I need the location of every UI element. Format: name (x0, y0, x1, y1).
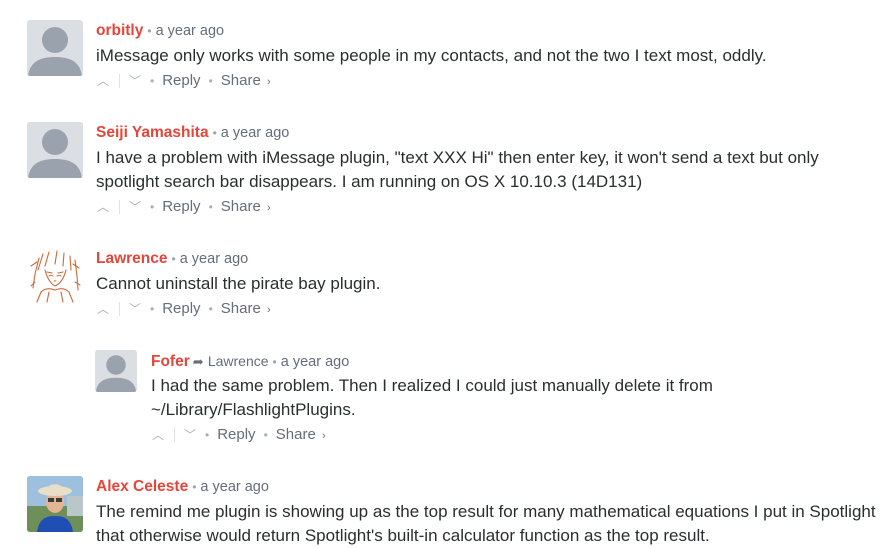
comment-header: Seiji Yamashita • a year ago (96, 122, 882, 144)
timestamp[interactable]: a year ago (281, 354, 350, 370)
share-label: Share (220, 198, 261, 215)
separator-dot: • (150, 200, 155, 214)
comment-header: Fofer ➦ Lawrence • a year ago (151, 350, 882, 372)
chevron-up-icon: ︿ (96, 200, 109, 214)
default-avatar-icon (27, 122, 83, 178)
share-button[interactable]: Share › (221, 198, 271, 215)
vote-divider (119, 200, 120, 215)
comment-body: Alex Celeste • a year ago The remind me pl… (96, 476, 882, 548)
comment-text: I had the same problem. Then I realized … (151, 376, 713, 419)
downvote-button[interactable]: ﹀ (183, 424, 197, 446)
author-name[interactable]: orbitly (96, 22, 143, 39)
comment-text: iMessage only works with some people in … (96, 46, 767, 65)
timestamp[interactable]: a year ago (180, 251, 249, 267)
separator-dot: • (150, 74, 155, 88)
separator-dot: • (212, 126, 217, 140)
vote-divider (174, 428, 175, 443)
separator-dot: • (171, 252, 176, 266)
downvote-button[interactable]: ﹀ (128, 196, 142, 218)
share-button[interactable]: Share › (276, 426, 326, 443)
timestamp[interactable]: a year ago (156, 23, 225, 39)
chevron-right-icon: › (321, 430, 326, 442)
share-label: Share (275, 426, 316, 443)
upvote-button[interactable]: ︿ (96, 196, 110, 218)
upvote-button[interactable]: ︿ (96, 298, 110, 320)
downvote-button[interactable]: ﹀ (128, 70, 142, 92)
vote-divider (119, 302, 120, 317)
timestamp[interactable]: a year ago (200, 479, 269, 495)
author-name[interactable]: Lawrence (96, 250, 168, 267)
separator-dot: • (192, 480, 197, 494)
downvote-button[interactable]: ﹀ (128, 298, 142, 320)
share-button[interactable]: Share › (221, 72, 271, 89)
default-avatar-icon (95, 350, 137, 392)
comment-header: Lawrence • a year ago (96, 248, 882, 270)
reply-arrow-icon: ➦ (192, 354, 204, 369)
photo-avatar-icon (27, 476, 83, 532)
share-label: Share (220, 72, 261, 89)
author-name[interactable]: Seiji Yamashita (96, 124, 209, 141)
vote-divider (119, 74, 120, 89)
chevron-down-icon: ﹀ (128, 302, 141, 316)
reply-button[interactable]: Reply (162, 300, 200, 317)
separator-dot: • (150, 302, 155, 316)
avatar[interactable] (27, 476, 83, 532)
parent-author-link[interactable]: Lawrence (208, 353, 269, 369)
chevron-down-icon: ﹀ (183, 428, 196, 442)
comment-body: Seiji Yamashita • a year ago I have a prob… (96, 122, 882, 218)
comment-actions: ︿ ﹀ • Reply • Share › (151, 424, 882, 446)
chevron-right-icon: › (266, 202, 271, 214)
upvote-button[interactable]: ︿ (151, 424, 165, 446)
author-name[interactable]: Alex Celeste (96, 478, 188, 495)
chevron-right-icon: › (266, 76, 271, 88)
chevron-right-icon: › (266, 304, 271, 316)
comment-body: Fofer ➦ Lawrence • a year ago I had the sam… (151, 350, 882, 446)
avatar[interactable] (27, 248, 83, 304)
share-label: Share (220, 300, 261, 317)
comment-text: I have a problem with iMessage plugin, "… (96, 148, 819, 191)
separator-dot: • (147, 24, 152, 38)
separator-dot: • (205, 428, 210, 442)
comment-actions: ︿ ﹀ • Reply • Share › (96, 196, 882, 218)
comment-body: orbitly • a year ago iMessage only works w… (96, 20, 882, 92)
separator-dot: • (208, 302, 213, 316)
reply-button[interactable]: Reply (162, 198, 200, 215)
separator-dot: • (208, 74, 213, 88)
comment-body: Lawrence • a year ago Cannot uninstall the… (96, 248, 882, 320)
comment-actions: ︿ ﹀ • Reply • Share › (96, 298, 882, 320)
comment-text: The remind me plugin is showing up as th… (96, 502, 876, 545)
chevron-up-icon: ︿ (96, 302, 109, 316)
comment-text: Cannot uninstall the pirate bay plugin. (96, 274, 381, 293)
avatar[interactable] (27, 122, 83, 178)
reply-button[interactable]: Reply (162, 72, 200, 89)
default-avatar-icon (27, 20, 83, 76)
upvote-button[interactable]: ︿ (96, 70, 110, 92)
separator-dot: • (263, 428, 268, 442)
separator-dot: • (208, 200, 213, 214)
chevron-up-icon: ︿ (96, 74, 109, 88)
avatar[interactable] (27, 20, 83, 76)
avatar[interactable] (95, 350, 137, 392)
anime-sketch-avatar-icon (27, 248, 83, 304)
comment-thread: orbitly • a year ago iMessage only works w… (0, 0, 892, 547)
timestamp[interactable]: a year ago (221, 125, 290, 141)
author-name[interactable]: Fofer (151, 353, 190, 370)
reply-button[interactable]: Reply (217, 426, 255, 443)
chevron-down-icon: ﹀ (128, 74, 141, 88)
separator-dot: • (272, 355, 277, 369)
share-button[interactable]: Share › (221, 300, 271, 317)
chevron-up-icon: ︿ (151, 428, 164, 442)
comment-header: orbitly • a year ago (96, 20, 882, 42)
chevron-down-icon: ﹀ (128, 200, 141, 214)
comment-actions: ︿ ﹀ • Reply • Share › (96, 70, 882, 92)
comment-header: Alex Celeste • a year ago (96, 476, 882, 498)
